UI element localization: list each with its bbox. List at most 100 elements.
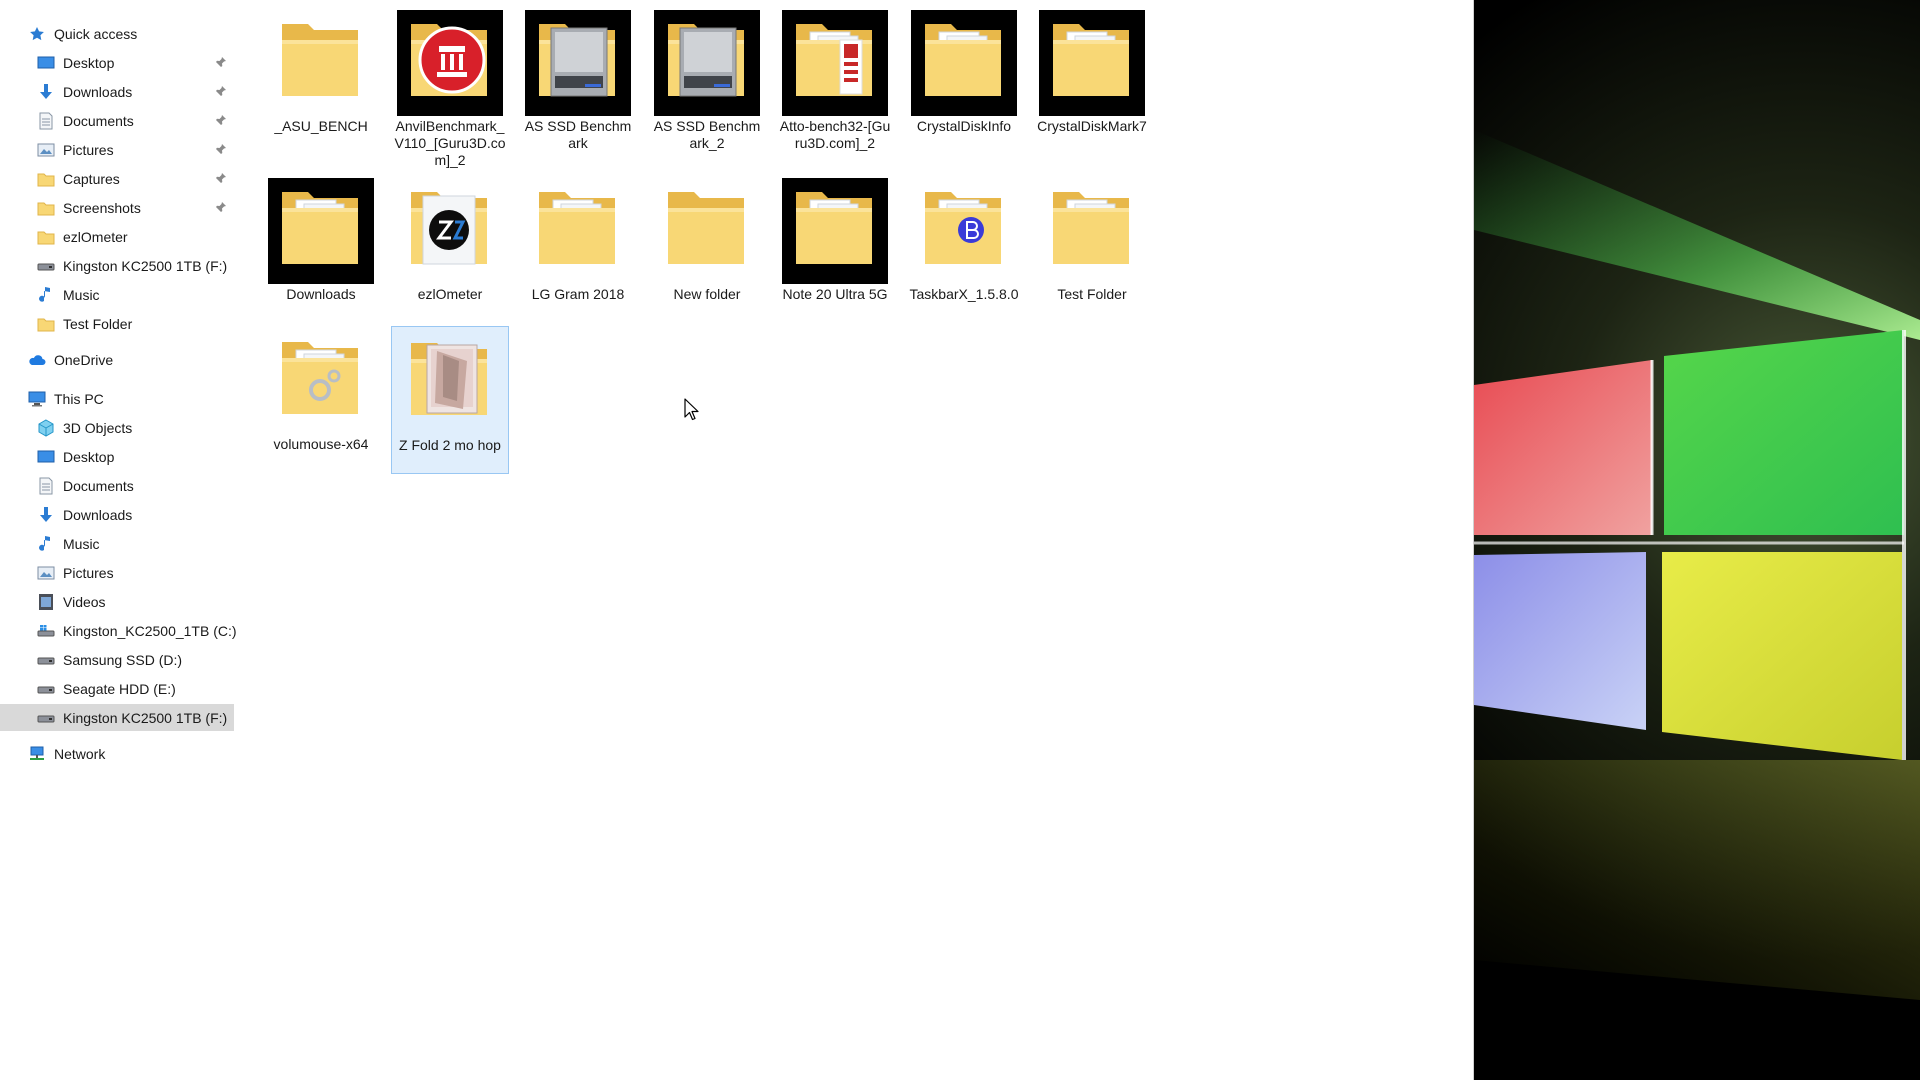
drive-icon — [37, 680, 55, 698]
folder-tile[interactable]: TaskbarX_1.5.8.0 — [905, 176, 1023, 324]
nav-this-pc-item-desktop[interactable]: Desktop — [0, 443, 234, 470]
navigation-pane: Quick access Desktop Downloads Documents Pi… — [0, 0, 237, 1080]
nav-quick-access-item-label: Documents — [63, 112, 134, 129]
folder-documents-icon — [268, 178, 374, 284]
nav-this-pc-item-label: Pictures — [63, 564, 114, 581]
desktop-icon — [37, 448, 55, 466]
3d-objects-icon — [37, 418, 55, 437]
folder-name: volumouse-x64 — [273, 436, 369, 452]
folder-tile[interactable]: AS SSD Benchmark — [519, 8, 637, 156]
nav-this-pc-item-label: Kingston KC2500 1TB (F:) — [63, 709, 228, 726]
pin-icon[interactable] — [214, 113, 228, 127]
pin-icon[interactable] — [214, 55, 228, 69]
folder-tile[interactable]: AS SSD Benchmark_2 — [648, 8, 766, 156]
nav-this-pc-label: This PC — [54, 390, 104, 407]
mouse-cursor-icon — [684, 398, 699, 421]
nav-quick-access-item-documents[interactable]: Documents — [0, 107, 234, 134]
nav-quick-access-item-screenshots[interactable]: Screenshots — [0, 194, 234, 221]
folder-name: TaskbarX_1.5.8.0 — [909, 286, 1019, 302]
folder-tile[interactable]: New folder — [648, 176, 766, 324]
drive-icon — [37, 709, 55, 727]
nav-this-pc-item-3d-objects[interactable]: 3D Objects — [0, 414, 234, 441]
pin-icon[interactable] — [214, 200, 228, 214]
folder-documents-icon — [911, 10, 1017, 116]
music-icon — [37, 535, 55, 553]
nav-this-pc-item-documents[interactable]: Documents — [0, 472, 234, 499]
nav-quick-access-item-desktop[interactable]: Desktop — [0, 49, 234, 76]
pin-icon[interactable] — [214, 84, 228, 98]
folder-name: New folder — [673, 286, 741, 302]
documents-icon — [37, 477, 55, 495]
folder-tile[interactable]: Test Folder — [1033, 176, 1151, 324]
folder-icon — [654, 178, 760, 284]
folder-name: Note 20 Ultra 5G — [782, 286, 888, 302]
as-ssd-icon — [654, 10, 760, 116]
nav-this-pc-item-label: Desktop — [63, 448, 115, 465]
nav-quick-access-item-label: Desktop — [63, 54, 115, 71]
nav-this-pc-item-label: Downloads — [63, 506, 133, 523]
nav-quick-access-label: Quick access — [54, 25, 138, 42]
nav-quick-access-item-captures[interactable]: Captures — [0, 165, 234, 192]
documents-icon — [37, 112, 55, 130]
network-icon — [28, 745, 46, 763]
folder-tile[interactable]: CrystalDiskInfo — [905, 8, 1023, 156]
folder-name: CrystalDiskMark7 — [1037, 118, 1147, 134]
nav-this-pc-item-label: Samsung SSD (D:) — [63, 651, 183, 668]
nav-this-pc-item-label: Seagate HDD (E:) — [63, 680, 176, 697]
folder-tile[interactable]: Downloads — [262, 176, 380, 324]
nav-this-pc-item-label: Documents — [63, 477, 134, 494]
nav-this-pc-item-pictures[interactable]: Pictures — [0, 559, 234, 586]
nav-this-pc-item-samsung-ssd-d[interactable]: Samsung SSD (D:) — [0, 646, 234, 673]
folder-tile[interactable]: volumouse-x64 — [262, 326, 380, 474]
nav-this-pc-item-label: Kingston_KC2500_1TB (C:) — [63, 622, 237, 639]
folder-name: Test Folder — [1057, 286, 1127, 302]
nav-this-pc-item-kingston-kc2500-1tb-c[interactable]: Kingston_KC2500_1TB (C:) — [0, 617, 237, 644]
nav-quick-access-item-label: Kingston KC2500 1TB (F:) — [63, 257, 228, 274]
nav-quick-access-item-ezlometer[interactable]: ezlOmeter — [0, 223, 234, 250]
anvil-benchmark-icon — [397, 10, 503, 116]
pictures-icon — [37, 564, 55, 582]
nav-quick-access-item-music[interactable]: Music — [0, 281, 234, 308]
taskbarx-icon — [911, 178, 1017, 284]
drive-icon — [37, 257, 55, 275]
nav-quick-access-item-test-folder[interactable]: Test Folder — [0, 310, 234, 337]
nav-this-pc-item-kingston-kc2500-1tb-f[interactable]: Kingston KC2500 1TB (F:) — [0, 704, 234, 731]
folder-documents-icon — [525, 178, 631, 284]
windows-drive-icon — [37, 622, 55, 640]
folder-tile[interactable]: _ASU_BENCH — [262, 8, 380, 156]
folder-tile[interactable]: ezlOmeter — [391, 176, 509, 324]
pin-icon[interactable] — [214, 142, 228, 156]
folder-name: Downloads — [286, 286, 356, 302]
nav-this-pc-item-music[interactable]: Music — [0, 530, 234, 557]
nav-this-pc-item-label: Music — [63, 535, 100, 552]
folder-tile[interactable]: LG Gram 2018 — [519, 176, 637, 324]
folder-tile[interactable]: AnvilBenchmark_V110_[Guru3D.com]_2 — [391, 8, 509, 168]
nav-this-pc-item-seagate-hdd-e[interactable]: Seagate HDD (E:) — [0, 675, 234, 702]
computer-icon — [28, 390, 46, 408]
nav-quick-access[interactable]: Quick access — [0, 20, 234, 47]
nav-quick-access-item-downloads[interactable]: Downloads — [0, 78, 234, 105]
nav-quick-access-item-pictures[interactable]: Pictures — [0, 136, 234, 163]
folder-tile[interactable]: CrystalDiskMark7 — [1033, 8, 1151, 156]
folder-name: AS SSD Benchmark — [524, 118, 632, 151]
star-icon — [28, 25, 46, 43]
folder-tile[interactable]: Note 20 Ultra 5G — [776, 176, 894, 324]
folder-name: _ASU_BENCH — [274, 118, 368, 134]
nav-quick-access-item-kingston-kc2500-1tb-f[interactable]: Kingston KC2500 1TB (F:) — [0, 252, 234, 279]
downloads-icon — [37, 83, 55, 101]
ezlometer-icon — [397, 178, 503, 284]
nav-this-pc-item-videos[interactable]: Videos — [0, 588, 234, 615]
nav-this-pc[interactable]: This PC — [0, 385, 234, 412]
nav-network[interactable]: Network — [0, 740, 234, 767]
nav-quick-access-item-label: Screenshots — [63, 199, 141, 216]
folder-tile[interactable]: Z Fold 2 mo hop — [391, 326, 509, 474]
as-ssd-icon — [525, 10, 631, 116]
windows-desktop-wallpaper — [1474, 0, 1920, 1080]
nav-quick-access-item-label: Test Folder — [63, 315, 133, 332]
pin-icon[interactable] — [214, 171, 228, 185]
folder-tile[interactable]: Atto-bench32-[Guru3D.com]_2 — [776, 8, 894, 156]
folder-icon — [37, 170, 55, 188]
nav-this-pc-item-downloads[interactable]: Downloads — [0, 501, 234, 528]
nav-onedrive[interactable]: OneDrive — [0, 346, 234, 373]
nav-quick-access-item-label: Downloads — [63, 83, 133, 100]
